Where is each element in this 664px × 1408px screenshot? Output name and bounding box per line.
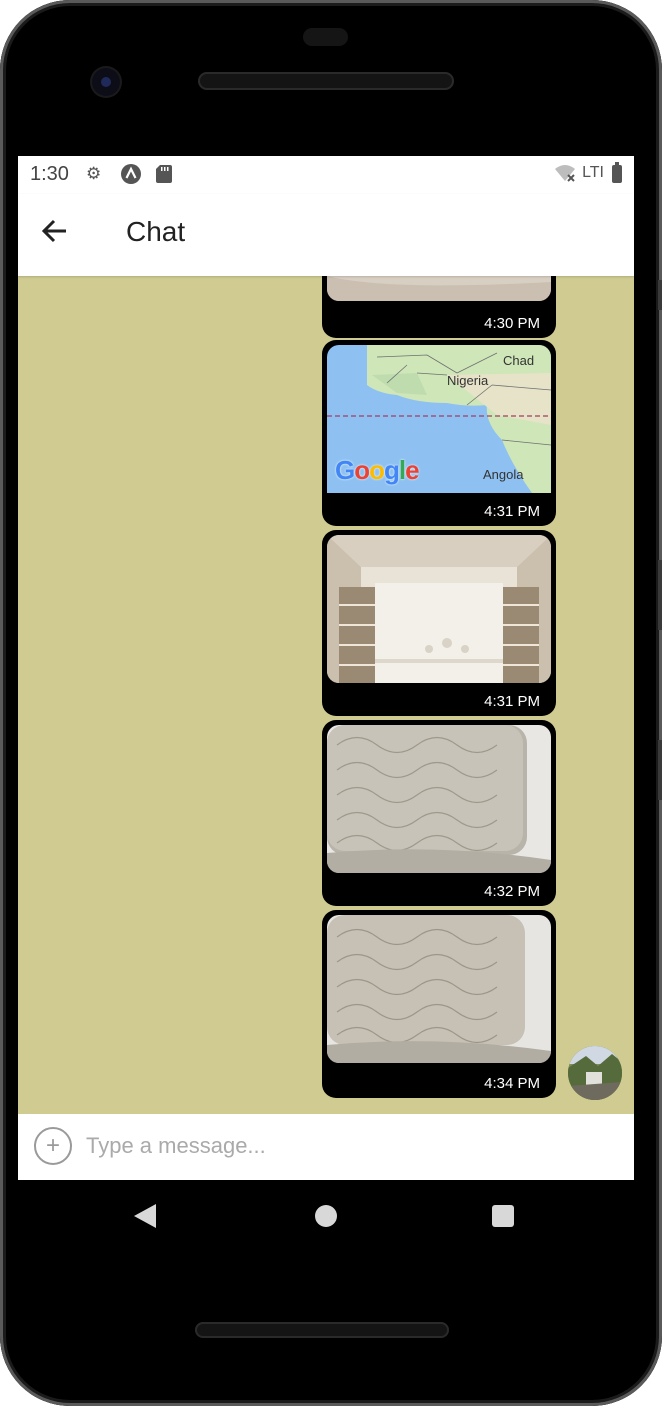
google-logo: Google (335, 455, 420, 485)
front-camera (92, 68, 120, 96)
message-time: 4:32 PM (484, 883, 540, 900)
arrow-left-icon (41, 219, 66, 243)
bottom-speaker (195, 1322, 449, 1338)
recents-square-icon[interactable] (492, 1205, 514, 1227)
map-image[interactable]: Chad Nigeria Angola Google (327, 345, 551, 493)
message-bubble-image[interactable]: 4:34 PM (322, 910, 556, 1098)
status-bar: 1:30 ⚙ LTI (18, 156, 634, 194)
message-image[interactable] (327, 915, 551, 1063)
system-nav-bar (18, 1180, 634, 1252)
message-input[interactable] (86, 1128, 606, 1164)
side-button (658, 740, 662, 800)
message-time: 4:34 PM (484, 1075, 540, 1092)
back-button[interactable] (40, 216, 76, 252)
message-time: 4:31 PM (484, 693, 540, 710)
sd-card-icon (156, 165, 172, 188)
wifi-off-icon (554, 163, 576, 188)
message-bubble-image[interactable]: 4:30 PM (322, 276, 556, 338)
message-list[interactable]: 4:30 PM Chad Nigeria Angola Google 4:31 … (18, 276, 634, 1114)
home-circle-icon[interactable] (315, 1205, 337, 1227)
message-image[interactable] (327, 535, 551, 683)
sensor (303, 28, 348, 46)
page-title: Chat (126, 216, 186, 247)
message-composer: + (18, 1114, 634, 1180)
avatar[interactable] (568, 1046, 622, 1100)
earpiece-speaker (198, 72, 454, 90)
message-bubble-location[interactable]: Chad Nigeria Angola Google 4:31 PM (322, 340, 556, 526)
network-type: LTI (582, 164, 604, 181)
side-button (658, 280, 662, 310)
status-time: 1:30 (30, 163, 69, 185)
message-time: 4:30 PM (484, 315, 540, 332)
message-image[interactable] (327, 725, 551, 873)
a-circle-icon (120, 163, 142, 190)
map-label-angola: Angola (483, 467, 524, 482)
app-bar: Chat (18, 194, 634, 276)
map-label-chad: Chad (503, 353, 535, 368)
message-bubble-image[interactable]: 4:31 PM (322, 530, 556, 716)
side-button (658, 560, 662, 630)
plus-circle-icon[interactable]: + (34, 1127, 72, 1165)
back-triangle-icon[interactable] (134, 1204, 156, 1228)
message-image[interactable] (327, 276, 551, 301)
map-label-nigeria: Nigeria (447, 373, 489, 388)
gear-icon: ⚙ (86, 164, 102, 183)
message-time: 4:31 PM (484, 503, 540, 520)
screen: 1:30 ⚙ LTI Chat 4:30 PM Chad Nigeria Ang… (18, 156, 634, 1180)
battery-icon (612, 162, 622, 183)
message-bubble-image[interactable]: 4:32 PM (322, 720, 556, 906)
